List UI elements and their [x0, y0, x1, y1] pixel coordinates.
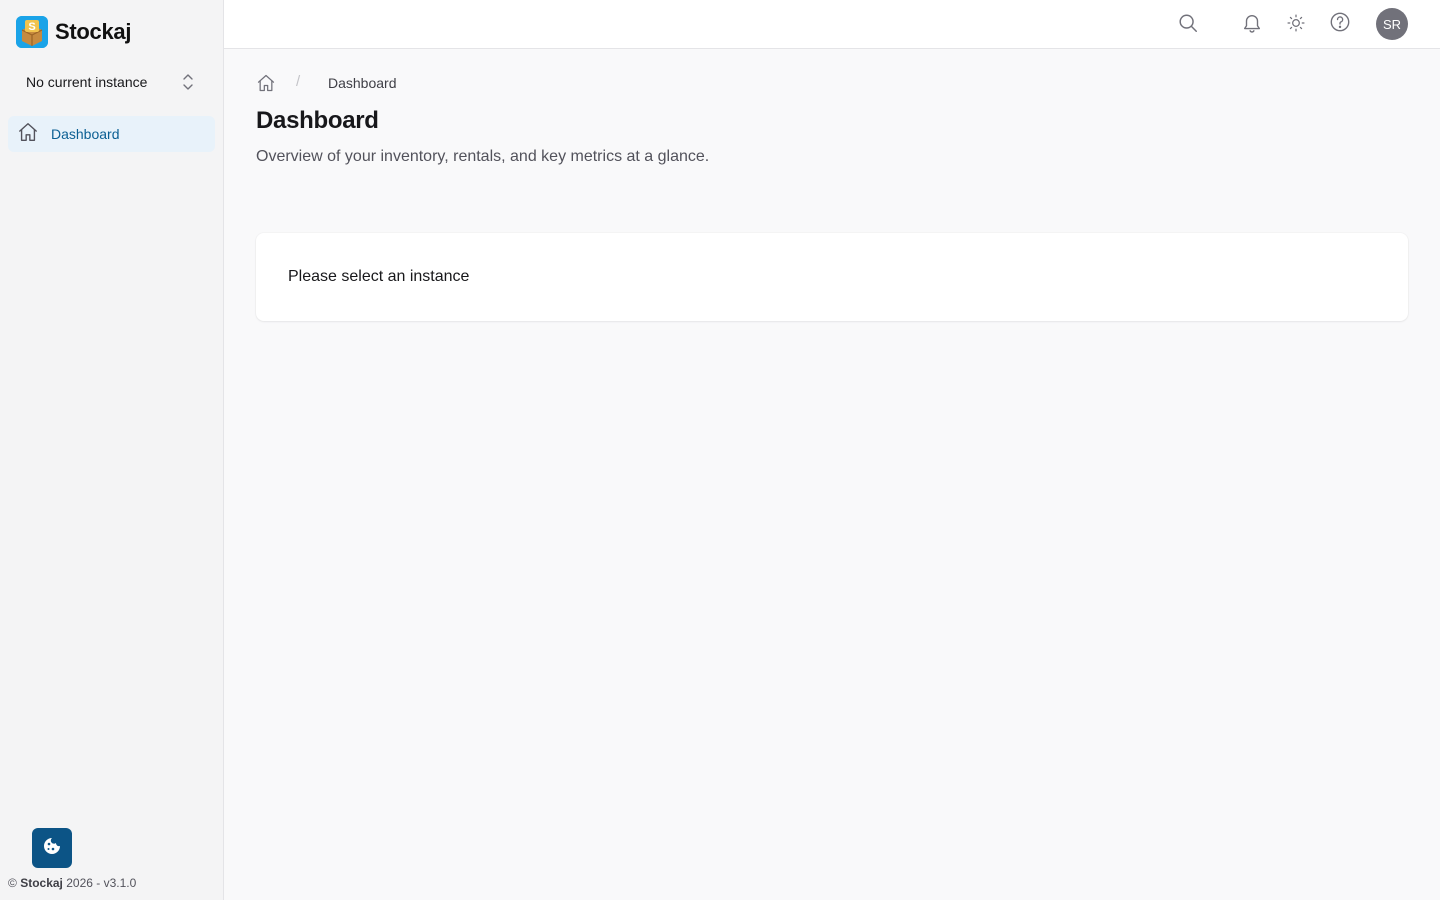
- sidebar-item-dashboard[interactable]: Dashboard: [8, 116, 215, 152]
- breadcrumb-home-link[interactable]: [256, 73, 276, 98]
- user-avatar[interactable]: SR: [1376, 8, 1408, 40]
- brand-name: Stockaj: [55, 19, 132, 44]
- instance-required-card: Please select an instance: [256, 233, 1408, 321]
- footer-version: 2026 - v3.1.0: [66, 876, 137, 890]
- home-icon: [256, 74, 276, 97]
- theme-toggle-button[interactable]: [1282, 11, 1310, 39]
- brand[interactable]: S Stockaj: [16, 16, 131, 48]
- brand-logo: S: [16, 16, 48, 48]
- topbar: SR: [224, 0, 1440, 49]
- search-icon: [1177, 12, 1199, 39]
- card-message: Please select an instance: [288, 268, 470, 285]
- sidebar: S Stockaj No current instance Dashboard …: [0, 0, 224, 900]
- bell-icon: [1241, 12, 1263, 39]
- page-subtitle: Overview of your inventory, rentals, and…: [256, 148, 710, 165]
- app-root: S Stockaj No current instance Dashboard …: [0, 0, 1440, 900]
- notifications-button[interactable]: [1238, 11, 1266, 39]
- instance-selector[interactable]: No current instance: [16, 62, 208, 102]
- cookie-settings-button[interactable]: [32, 828, 72, 868]
- home-icon: [17, 121, 39, 148]
- copyright-symbol: ©: [8, 876, 17, 890]
- sun-icon: [1286, 13, 1306, 38]
- footer-brand: Stockaj: [20, 876, 63, 890]
- cookie-icon: [42, 836, 62, 861]
- search-button[interactable]: [1174, 11, 1202, 39]
- help-button[interactable]: [1326, 10, 1354, 38]
- breadcrumb-separator: /: [296, 73, 301, 90]
- instance-selector-label: No current instance: [26, 74, 148, 90]
- logo-letter: S: [28, 21, 35, 33]
- main-content: / Dashboard Dashboard Overview of your i…: [224, 49, 1440, 900]
- help-icon: [1329, 11, 1351, 38]
- sidebar-footer: © Stockaj 2026 - v3.1.0: [8, 876, 136, 890]
- breadcrumb-current: Dashboard: [328, 75, 397, 91]
- chevron-up-down-icon: [180, 72, 196, 97]
- page-title: Dashboard: [256, 107, 379, 134]
- sidebar-item-label: Dashboard: [51, 126, 120, 142]
